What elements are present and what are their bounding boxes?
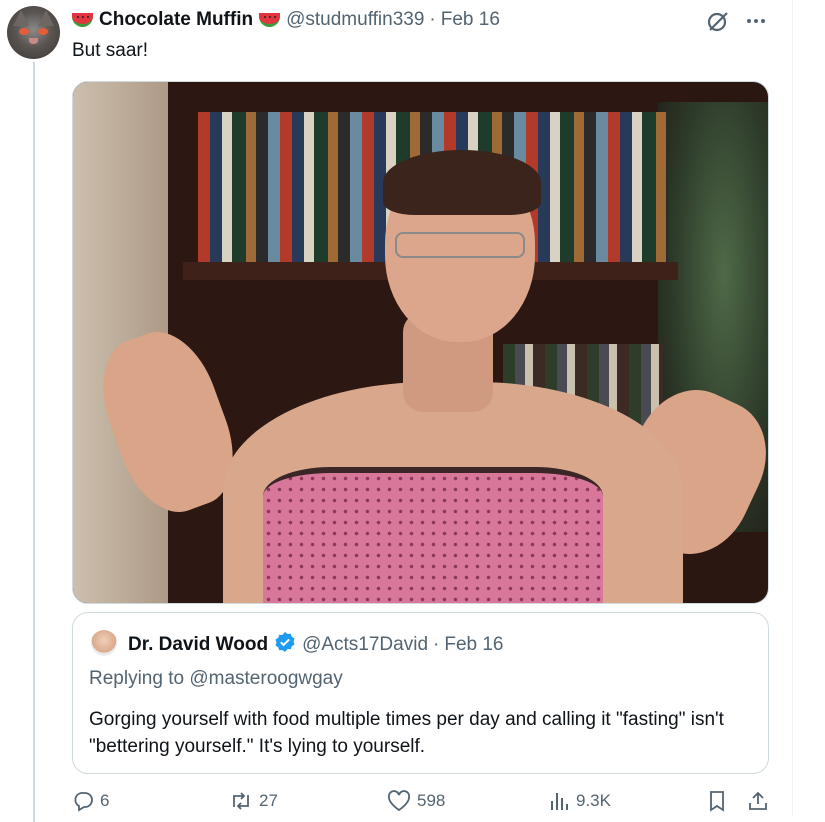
tweet-text: But saar!	[72, 40, 149, 61]
reply-icon	[72, 790, 94, 812]
watermelon-icon	[259, 13, 281, 27]
views-button[interactable]: 9.3K	[548, 790, 611, 812]
avatar-ear-right	[38, 10, 54, 26]
bookmark-icon	[707, 790, 727, 812]
bookmark-button[interactable]	[707, 790, 727, 812]
header-separator: ·	[429, 9, 436, 30]
avatar-eye-left	[19, 28, 29, 35]
tweet-header: Chocolate Muffin @studmuffin339 · Feb 16	[72, 8, 500, 32]
author-handle[interactable]: @studmuffin339	[286, 9, 424, 31]
author-avatar[interactable]	[7, 6, 60, 59]
quoted-tweet-text: Gorging yourself with food multiple time…	[89, 709, 724, 757]
replying-to-label: Replying to @masteroogwgay	[89, 668, 343, 689]
quoted-author-handle: @Acts17David	[302, 633, 429, 655]
quoted-tweet-date: Feb 16	[444, 633, 504, 655]
reply-button[interactable]: 6	[72, 790, 109, 812]
column-divider	[792, 0, 793, 817]
author-display-name[interactable]: Chocolate Muffin	[99, 9, 253, 31]
quoted-header-separator: ·	[433, 633, 440, 655]
image-glasses	[395, 232, 525, 258]
quoted-tweet-card[interactable]: Dr. David Wood @Acts17David · Feb 16 Rep…	[72, 612, 769, 774]
views-icon	[548, 790, 570, 812]
share-button[interactable]	[747, 790, 769, 812]
repost-icon	[229, 790, 253, 812]
grok-icon[interactable]	[706, 9, 730, 33]
image-hair	[383, 150, 541, 215]
reply-count: 6	[100, 791, 110, 810]
verified-badge-icon	[274, 631, 296, 658]
tweet-top-actions	[706, 9, 766, 33]
watermelon-icon	[72, 13, 93, 27]
more-icon[interactable]	[746, 11, 766, 31]
like-count: 598	[417, 791, 446, 810]
share-icon	[747, 790, 769, 812]
like-button[interactable]: 598	[387, 790, 445, 812]
like-icon	[387, 790, 411, 812]
quoted-author-avatar	[91, 630, 117, 656]
quoted-author-display-name: Dr. David Wood	[128, 633, 269, 655]
thread-connector-line	[33, 62, 35, 822]
tweet-date[interactable]: Feb 16	[441, 9, 500, 31]
avatar-eye-right	[38, 28, 48, 35]
repost-count: 27	[259, 791, 278, 810]
image-pink-top	[263, 467, 603, 603]
views-count: 9.3K	[576, 791, 611, 810]
tweet-image[interactable]	[72, 81, 769, 604]
quoted-tweet-header: Dr. David Wood @Acts17David · Feb 16	[128, 631, 504, 658]
avatar-ear-left	[13, 10, 29, 26]
avatar-nose	[29, 38, 38, 44]
repost-button[interactable]: 27	[229, 790, 278, 812]
tweet-action-bar: 6 27 598 9.3K	[72, 790, 772, 818]
